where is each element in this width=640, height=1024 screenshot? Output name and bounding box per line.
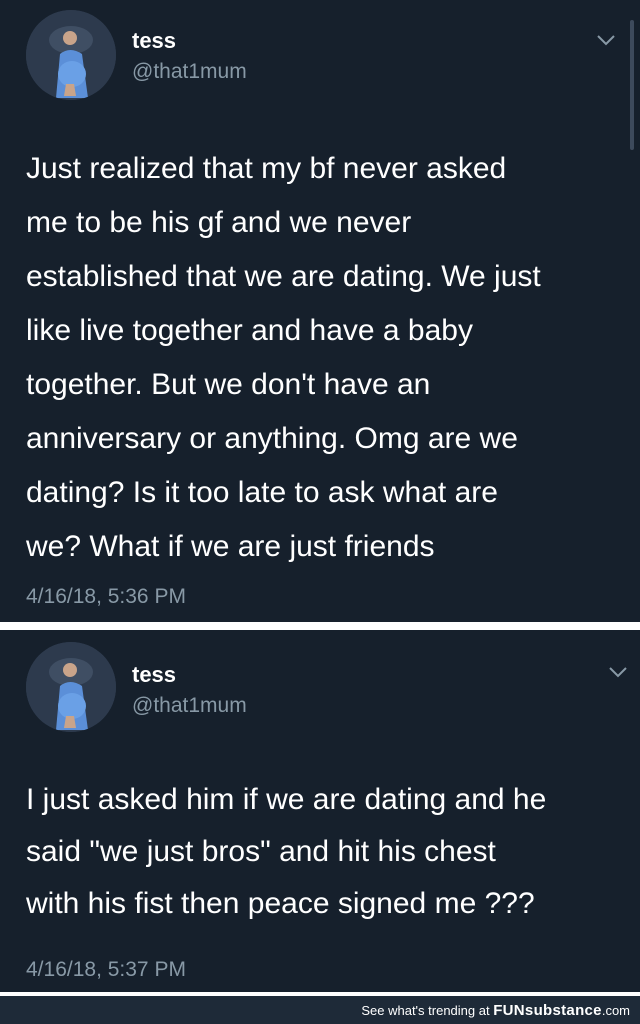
watermark-bar: See what's trending at FUNsubstance.com [0, 996, 640, 1024]
chevron-down-icon[interactable] [608, 666, 628, 678]
watermark-text: See what's trending at FUNsubstance.com [361, 1002, 630, 1019]
avatar[interactable] [26, 10, 116, 100]
tweet-text: I just asked him if we are dating and he… [26, 783, 547, 920]
watermark-domain: .com [601, 1003, 630, 1018]
tweet-text: Just realized that my bf never asked me … [26, 152, 541, 563]
watermark-prefix: See what's trending at [361, 1003, 494, 1018]
scrollbar[interactable] [630, 20, 634, 150]
tweet-card: tess @that1mum I just asked him if we ar… [0, 630, 640, 992]
tweet-timestamp[interactable]: 4/16/18, 5:37 PM [26, 958, 186, 982]
tweet-card: tess @that1mum Just realized that my bf … [0, 0, 640, 622]
watermark-brand: FUNsubstance [493, 1002, 602, 1019]
tweet-timestamp[interactable]: 4/16/18, 5:36 PM [26, 585, 186, 609]
author-name[interactable]: tess [132, 28, 176, 54]
chevron-down-icon[interactable] [596, 34, 616, 46]
avatar[interactable] [26, 642, 116, 732]
author-handle[interactable]: @that1mum [132, 694, 247, 718]
author-handle[interactable]: @that1mum [132, 60, 247, 84]
author-name[interactable]: tess [132, 662, 176, 688]
